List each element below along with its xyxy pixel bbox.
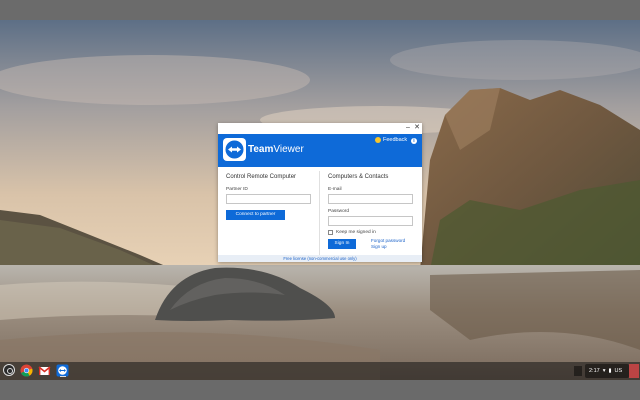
password-label: Password [328,209,350,214]
smiley-icon [375,137,381,143]
bottom-letterbox [0,380,640,400]
window-titlebar[interactable]: – ✕ [218,123,422,134]
keep-signed-in-label: Keep me signed in [336,230,376,235]
connect-to-partner-button[interactable]: Connect to partner [226,210,285,220]
feedback-label: Feedback [383,137,408,143]
active-app-indicator [60,376,66,377]
computers-contacts-title: Computers & Contacts [328,174,389,180]
email-input[interactable] [328,194,413,204]
locale-indicator: US [614,367,623,374]
info-icon[interactable]: i [411,138,417,144]
chrome-icon [20,364,33,377]
clock-time: 2:17 [589,367,600,374]
shelf-app-chrome[interactable] [20,364,33,377]
lock-icon[interactable] [574,366,582,376]
control-remote-title: Control Remote Computer [226,174,297,180]
user-avatar[interactable] [629,364,639,378]
section-divider [319,171,320,255]
wifi-icon: ▾ [602,367,606,374]
shelf [0,362,640,380]
status-tray-content: 2:17 ▾ ▮ US [589,365,622,376]
brand-bold: Team [248,144,274,155]
feedback-link[interactable]: Feedback [375,137,407,143]
license-footer: Free license (non-commercial use only) [218,255,422,262]
partner-id-label: Partner ID [226,187,248,192]
battery-icon: ▮ [608,367,612,374]
sign-up-link[interactable]: Sign up [371,244,387,249]
gmail-icon [38,366,51,375]
brand-light: Viewer [273,144,304,155]
email-label: E-mail [328,187,342,192]
brand-name: TeamViewer [248,144,304,155]
password-input[interactable] [328,216,413,226]
forgot-password-link[interactable]: Forgot password [371,238,405,243]
shelf-app-gmail[interactable] [38,364,51,377]
partner-id-input[interactable] [226,194,311,204]
teamviewer-logo [223,138,246,161]
teamviewer-header: TeamViewer Feedback i [218,134,422,167]
desktop: 2:17 ▾ ▮ US – ✕ TeamViewer Feedback i Co… [0,0,640,400]
teamviewer-logo-icon [225,140,244,159]
license-text[interactable]: Free license (non-commercial use only) [218,256,422,261]
top-letterbox [0,0,640,20]
sign-in-button[interactable]: Sign In [328,239,356,249]
app-launcher-button[interactable] [3,364,15,376]
teamviewer-window: – ✕ TeamViewer Feedback i Control Remote… [218,123,422,262]
minimize-button[interactable]: – [404,124,412,132]
close-button[interactable]: ✕ [413,124,421,132]
keep-signed-in-checkbox[interactable] [328,230,333,235]
